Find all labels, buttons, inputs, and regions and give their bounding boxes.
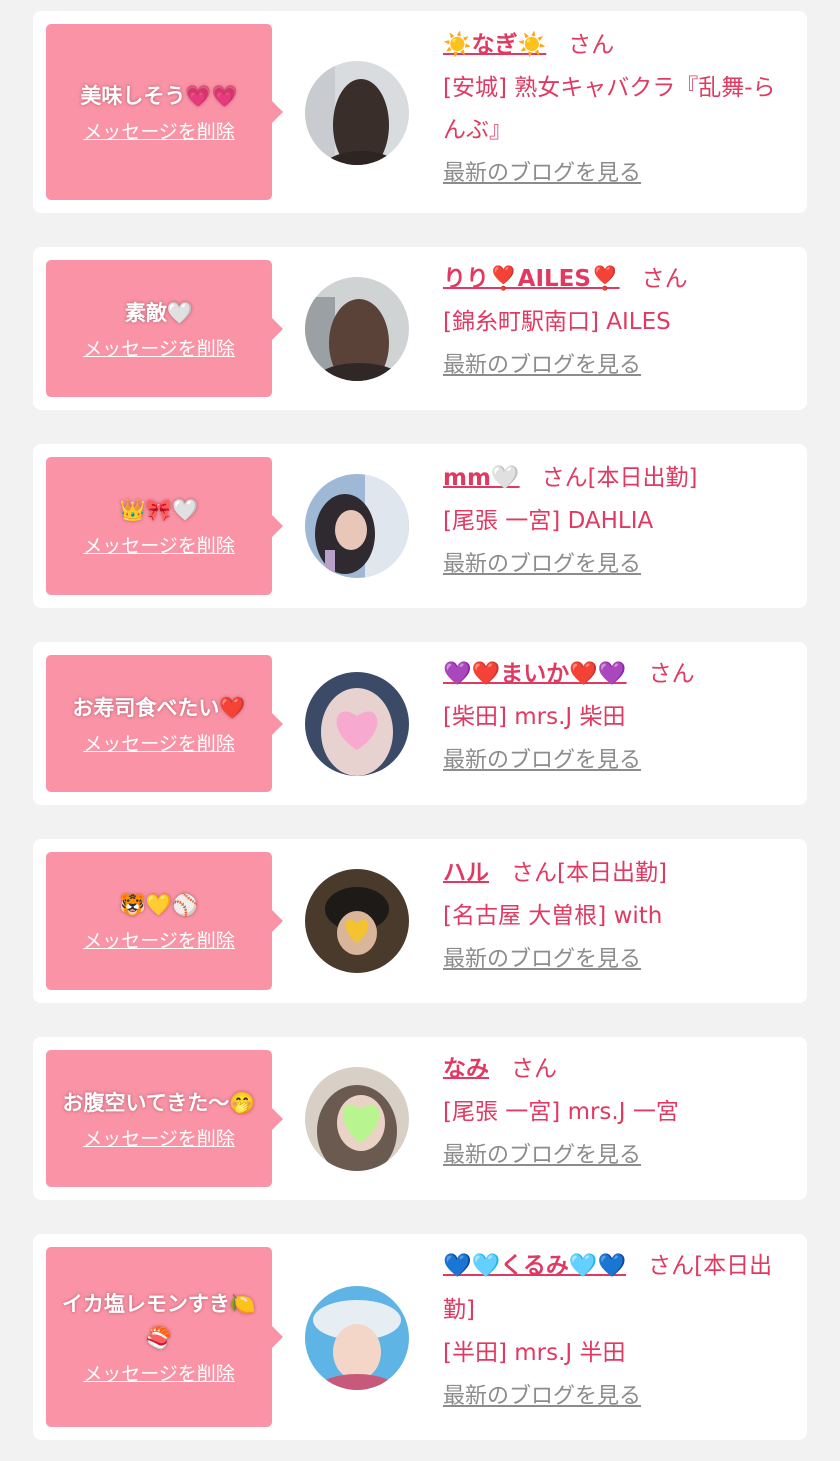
name-line: なみ さん	[443, 1047, 788, 1091]
message-text: 素敵🤍	[124, 300, 194, 325]
avatar[interactable]	[305, 277, 409, 381]
avatar[interactable]	[305, 869, 409, 973]
cast-name-link[interactable]: なみ	[443, 1056, 489, 1082]
message-bubble: 美味しそう💗💗 メッセージを削除	[46, 24, 283, 200]
avatar[interactable]	[305, 61, 409, 165]
profile-info: 💙🩵くるみ🩵💙 さん[本日出勤] [半田] mrs.J 半田 最新のブログを見る	[443, 1244, 788, 1412]
cast-name-link[interactable]: りり❣️AILES❣️	[443, 266, 620, 292]
message-text: 美味しそう💗💗	[80, 84, 238, 108]
avatar-photo	[305, 277, 409, 381]
message-card: 👑🎀🤍 メッセージを削除 mm🤍 さん[本日出勤] [尾張 一宮] DAHLIA …	[33, 444, 807, 608]
profile-info: 💜❤️まいか❤️💜 さん [柴田] mrs.J 柴田 最新のブログを見る	[443, 652, 788, 776]
latest-blog-link[interactable]: 最新のブログを見る	[443, 746, 641, 776]
name-suffix: さん	[641, 266, 688, 292]
name-line: ハル さん[本日出勤]	[443, 851, 788, 895]
delete-message-link[interactable]: メッセージを削除	[83, 336, 235, 362]
name-line: 💜❤️まいか❤️💜 さん	[443, 652, 788, 696]
message-bubble: イカ塩レモンすき🍋🍣 メッセージを削除	[46, 1247, 283, 1427]
name-line: mm🤍 さん[本日出勤]	[443, 456, 788, 500]
shop-name: [尾張 一宮] mrs.J 一宮	[443, 1099, 679, 1125]
name-suffix: さん	[511, 1056, 557, 1082]
avatar[interactable]	[305, 474, 409, 578]
message-bubble: 🐯💛⚾️ メッセージを削除	[46, 852, 283, 990]
name-suffix: さん[本日出勤]	[511, 860, 667, 886]
name-suffix: さん[本日出勤]	[541, 465, 698, 491]
delete-message-link[interactable]: メッセージを削除	[83, 533, 235, 559]
avatar-photo	[305, 672, 409, 776]
cast-name-link[interactable]: 💜❤️まいか❤️💜	[443, 661, 627, 687]
delete-message-link[interactable]: メッセージを削除	[83, 928, 235, 954]
message-card: お寿司食べたい❤️ メッセージを削除 💜❤️まいか❤️💜 さん [柴田] mrs.…	[33, 642, 807, 805]
avatar[interactable]	[305, 1067, 409, 1171]
cast-name-link[interactable]: ☀️なぎ☀️	[443, 32, 546, 58]
cast-name-link[interactable]: ハル	[443, 860, 489, 886]
avatar-photo	[305, 1286, 409, 1390]
message-card: 美味しそう💗💗 メッセージを削除 ☀️なぎ☀️ さん [安城] 熟女キャバクラ『乱…	[33, 11, 807, 213]
shop-name: [安城] 熟女キャバクラ『乱舞-らんぶ』	[443, 75, 776, 143]
profile-info: mm🤍 さん[本日出勤] [尾張 一宮] DAHLIA 最新のブログを見る	[443, 456, 788, 580]
name-line: りり❣️AILES❣️ さん	[443, 257, 788, 301]
name-line: 💙🩵くるみ🩵💙 さん[本日出勤]	[443, 1244, 788, 1332]
name-suffix: さん	[648, 661, 695, 687]
profile-info: なみ さん [尾張 一宮] mrs.J 一宮 最新のブログを見る	[443, 1047, 788, 1171]
latest-blog-link[interactable]: 最新のブログを見る	[443, 550, 641, 580]
message-bubble: 素敵🤍 メッセージを削除	[46, 260, 283, 397]
shop-name: [尾張 一宮] DAHLIA	[443, 508, 654, 534]
avatar-photo	[305, 1067, 409, 1171]
avatar[interactable]	[305, 1286, 409, 1390]
name-line: ☀️なぎ☀️ さん	[443, 23, 788, 67]
latest-blog-link[interactable]: 最新のブログを見る	[443, 1382, 641, 1412]
delete-message-link[interactable]: メッセージを削除	[83, 731, 235, 757]
latest-blog-link[interactable]: 最新のブログを見る	[443, 945, 641, 975]
message-card: 素敵🤍 メッセージを削除 りり❣️AILES❣️ さん [錦糸町駅南口] AILE…	[33, 247, 807, 410]
message-bubble: 👑🎀🤍 メッセージを削除	[46, 457, 283, 595]
shop-name: [錦糸町駅南口] AILES	[443, 309, 671, 335]
profile-info: ハル さん[本日出勤] [名古屋 大曽根] with 最新のブログを見る	[443, 851, 788, 975]
avatar-photo	[305, 474, 409, 578]
avatar-photo	[305, 61, 409, 165]
message-text: イカ塩レモンすき🍋🍣	[61, 1292, 257, 1350]
message-text: お寿司食べたい❤️	[72, 695, 246, 720]
cast-name-link[interactable]: mm🤍	[443, 465, 520, 491]
name-suffix: さん	[568, 32, 615, 58]
delete-message-link[interactable]: メッセージを削除	[83, 1361, 235, 1387]
message-bubble: お腹空いてきた〜🤭 メッセージを削除	[46, 1050, 283, 1187]
avatar[interactable]	[305, 672, 409, 776]
message-card: お腹空いてきた〜🤭 メッセージを削除 なみ さん [尾張 一宮] mrs.J 一宮…	[33, 1037, 807, 1200]
delete-message-link[interactable]: メッセージを削除	[83, 1126, 235, 1152]
latest-blog-link[interactable]: 最新のブログを見る	[443, 159, 641, 189]
message-bubble: お寿司食べたい❤️ メッセージを削除	[46, 655, 283, 792]
delete-message-link[interactable]: メッセージを削除	[83, 119, 235, 145]
message-text: 🐯💛⚾️	[119, 893, 199, 917]
message-card: 🐯💛⚾️ メッセージを削除 ハル さん[本日出勤] [名古屋 大曽根] with …	[33, 839, 807, 1003]
shop-name: [半田] mrs.J 半田	[443, 1340, 626, 1366]
latest-blog-link[interactable]: 最新のブログを見る	[443, 1141, 641, 1171]
profile-info: りり❣️AILES❣️ さん [錦糸町駅南口] AILES 最新のブログを見る	[443, 257, 788, 381]
latest-blog-link[interactable]: 最新のブログを見る	[443, 351, 641, 381]
avatar-photo	[305, 869, 409, 973]
shop-name: [名古屋 大曽根] with	[443, 903, 663, 929]
shop-name: [柴田] mrs.J 柴田	[443, 704, 626, 730]
profile-info: ☀️なぎ☀️ さん [安城] 熟女キャバクラ『乱舞-らんぶ』 最新のブログを見る	[443, 23, 788, 189]
message-text: お腹空いてきた〜🤭	[62, 1090, 256, 1115]
message-card: イカ塩レモンすき🍋🍣 メッセージを削除 💙🩵くるみ🩵💙 さん[本日出勤] [半田]…	[33, 1234, 807, 1440]
message-text: 👑🎀🤍	[119, 498, 199, 522]
cast-name-link[interactable]: 💙🩵くるみ🩵💙	[443, 1253, 626, 1279]
